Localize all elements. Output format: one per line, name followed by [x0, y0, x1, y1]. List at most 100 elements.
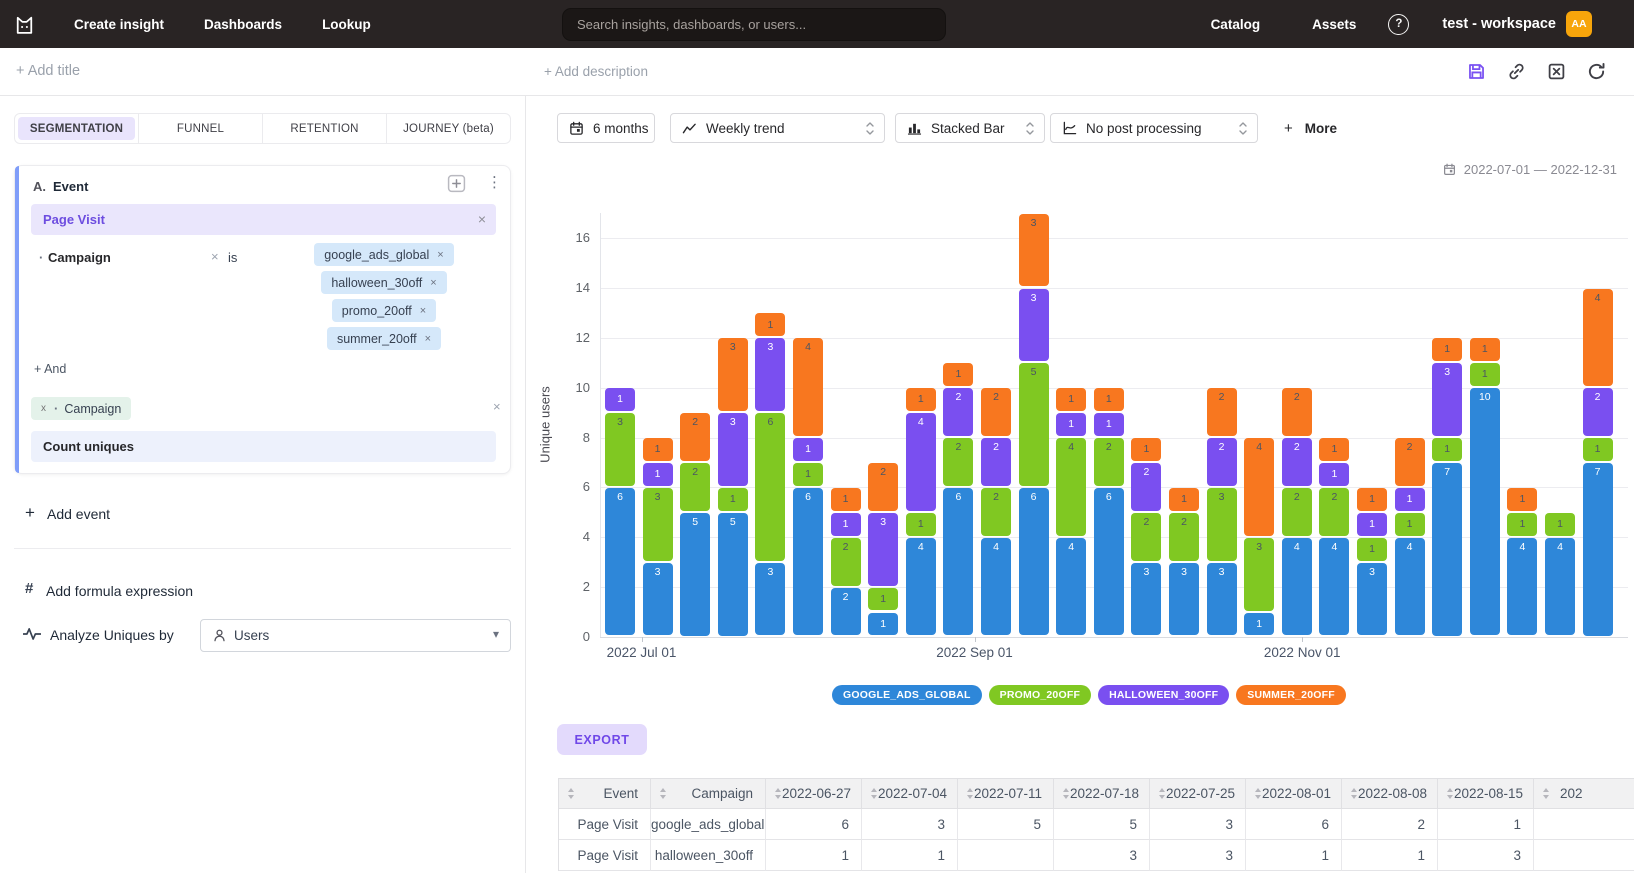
nav-link-dashboards[interactable]: Dashboards	[204, 17, 282, 32]
bar-segment-promo_20off[interactable]: 1	[1470, 363, 1500, 386]
remove-value-icon[interactable]: ×	[437, 249, 443, 261]
bar-segment-summer_20off[interactable]: 1	[1470, 338, 1500, 361]
bar-segment-promo_20off[interactable]: 2	[1131, 513, 1161, 561]
table-header-cell[interactable]: 2022-06-27	[766, 779, 862, 809]
bar-segment-promo_20off[interactable]: 4	[1056, 438, 1086, 536]
bar-segment-summer_20off[interactable]: 4	[1583, 289, 1613, 387]
bar-segment-halloween_30off[interactable]: 1	[1056, 413, 1086, 436]
bar-segment-google_ads_global[interactable]: 4	[981, 538, 1011, 636]
bar-segment-promo_20off[interactable]: 1	[1507, 513, 1537, 536]
bar-segment-google_ads_global[interactable]: 5	[718, 513, 748, 636]
bar-segment-promo_20off[interactable]: 2	[680, 463, 710, 511]
bar-segment-halloween_30off[interactable]: 1	[1395, 488, 1425, 511]
bar-segment-halloween_30off[interactable]: 2	[943, 388, 973, 436]
formula-hash-icon[interactable]: #	[25, 580, 33, 597]
bar-segment-summer_20off[interactable]: 1	[1432, 338, 1462, 361]
refresh-icon[interactable]	[1587, 62, 1606, 81]
bar-segment-summer_20off[interactable]: 1	[1056, 388, 1086, 411]
bar-segment-halloween_30off[interactable]: 1	[643, 463, 673, 486]
bar-segment-google_ads_global[interactable]: 7	[1432, 463, 1462, 636]
filter-value-chip[interactable]: promo_20off×	[332, 299, 436, 322]
breakdown-remove-icon[interactable]: x	[41, 403, 46, 414]
bar-segment-halloween_30off[interactable]: 3	[718, 413, 748, 486]
bar-segment-summer_20off[interactable]: 1	[1319, 438, 1349, 461]
bar-segment-halloween_30off[interactable]: 3	[1432, 363, 1462, 436]
bar-segment-google_ads_global[interactable]: 4	[906, 538, 936, 636]
bar-segment-summer_20off[interactable]: 4	[1244, 438, 1274, 536]
legend-item-google_ads_global[interactable]: GOOGLE_ADS_GLOBAL	[832, 685, 982, 705]
add-title-field[interactable]: + Add title	[16, 63, 80, 79]
avatar[interactable]: AA	[1566, 11, 1592, 37]
bar-segment-summer_20off[interactable]: 1	[831, 488, 861, 511]
bar-segment-google_ads_global[interactable]: 6	[1019, 488, 1049, 636]
bar-segment-summer_20off[interactable]: 1	[643, 438, 673, 461]
bar-segment-summer_20off[interactable]: 1	[1169, 488, 1199, 511]
bar-segment-halloween_30off[interactable]: 2	[1131, 463, 1161, 511]
table-header-cell[interactable]: Campaign	[651, 779, 766, 809]
sort-icon[interactable]	[659, 787, 667, 800]
workspace-name[interactable]: test - workspace	[1442, 16, 1556, 32]
filter-value-chip[interactable]: google_ads_global×	[314, 243, 453, 266]
bar-segment-google_ads_global[interactable]: 4	[1507, 538, 1537, 636]
bar-segment-google_ads_global[interactable]: 4	[1056, 538, 1086, 636]
bar-segment-halloween_30off[interactable]: 3	[755, 338, 785, 411]
remove-filter-icon[interactable]: ×	[211, 249, 219, 264]
bar-segment-halloween_30off[interactable]: 3	[868, 513, 898, 586]
bar-segment-google_ads_global[interactable]: 3	[643, 563, 673, 636]
bar-segment-halloween_30off[interactable]: 3	[1019, 289, 1049, 362]
bar-segment-summer_20off[interactable]: 2	[1207, 388, 1237, 436]
bar-segment-google_ads_global[interactable]: 4	[1282, 538, 1312, 636]
aggregation-selector[interactable]: Count uniques	[31, 431, 496, 462]
bar-segment-promo_20off[interactable]: 2	[1319, 488, 1349, 536]
remove-value-icon[interactable]: ×	[420, 305, 426, 317]
bar-segment-summer_20off[interactable]: 4	[793, 338, 823, 436]
bar-segment-google_ads_global[interactable]: 3	[1207, 563, 1237, 636]
table-header-cell[interactable]: Event	[559, 779, 651, 809]
bar-segment-summer_20off[interactable]: 1	[755, 313, 785, 336]
bar-segment-promo_20off[interactable]: 5	[1019, 363, 1049, 486]
close-square-icon[interactable]	[1547, 62, 1566, 81]
tab-segmentation[interactable]: SEGMENTATION	[15, 114, 138, 143]
bar-segment-promo_20off[interactable]: 1	[1357, 538, 1387, 561]
bar-segment-promo_20off[interactable]: 2	[1094, 438, 1124, 486]
add-event-button[interactable]: Add event	[47, 506, 110, 522]
sort-icon[interactable]	[1350, 787, 1358, 800]
bar-segment-halloween_30off[interactable]: 1	[605, 388, 635, 411]
filter-field[interactable]: Campaign	[48, 250, 111, 265]
tab-journey[interactable]: JOURNEY (beta)	[386, 114, 510, 143]
bar-segment-google_ads_global[interactable]: 4	[1395, 538, 1425, 636]
bar-segment-google_ads_global[interactable]: 5	[680, 513, 710, 636]
filter-value-chip[interactable]: summer_20off×	[327, 327, 441, 350]
add-and-condition[interactable]: + And	[34, 362, 66, 376]
table-header-cell[interactable]: 2022-07-04	[862, 779, 958, 809]
sort-icon[interactable]	[966, 787, 974, 800]
sort-icon[interactable]	[1446, 787, 1454, 800]
bar-segment-halloween_30off[interactable]: 1	[831, 513, 861, 536]
event-selector[interactable]: Page Visit ×	[31, 204, 496, 235]
bar-segment-google_ads_global[interactable]: 1	[1244, 613, 1274, 636]
bar-segment-summer_20off[interactable]: 2	[868, 463, 898, 511]
bar-segment-summer_20off[interactable]: 3	[1019, 214, 1049, 287]
add-event-plus-icon[interactable]: +	[25, 503, 35, 523]
table-header-cell[interactable]: 202	[1534, 779, 1634, 809]
bar-segment-google_ads_global[interactable]: 7	[1583, 463, 1613, 636]
table-header-cell[interactable]: 2022-07-11	[958, 779, 1054, 809]
tab-funnel[interactable]: FUNNEL	[138, 114, 262, 143]
bar-segment-google_ads_global[interactable]: 1	[868, 613, 898, 636]
bar-segment-promo_20off[interactable]: 6	[755, 413, 785, 561]
bar-segment-promo_20off[interactable]: 1	[1583, 438, 1613, 461]
bar-segment-google_ads_global[interactable]: 6	[605, 488, 635, 636]
bar-segment-promo_20off[interactable]: 3	[643, 488, 673, 561]
bar-segment-promo_20off[interactable]: 1	[1395, 513, 1425, 536]
bar-segment-promo_20off[interactable]: 2	[1169, 513, 1199, 561]
bar-segment-halloween_30off[interactable]: 1	[1319, 463, 1349, 486]
bar-segment-halloween_30off[interactable]: 1	[793, 438, 823, 461]
table-header-cell[interactable]: 2022-07-18	[1054, 779, 1150, 809]
sort-icon[interactable]	[567, 787, 575, 800]
bar-segment-summer_20off[interactable]: 3	[718, 338, 748, 411]
bar-segment-promo_20off[interactable]: 1	[793, 463, 823, 486]
bar-segment-google_ads_global[interactable]: 4	[1545, 538, 1575, 636]
remove-breakdown-icon[interactable]: ×	[493, 399, 501, 414]
remove-event-icon[interactable]: ×	[478, 211, 486, 227]
bar-segment-promo_20off[interactable]: 1	[906, 513, 936, 536]
